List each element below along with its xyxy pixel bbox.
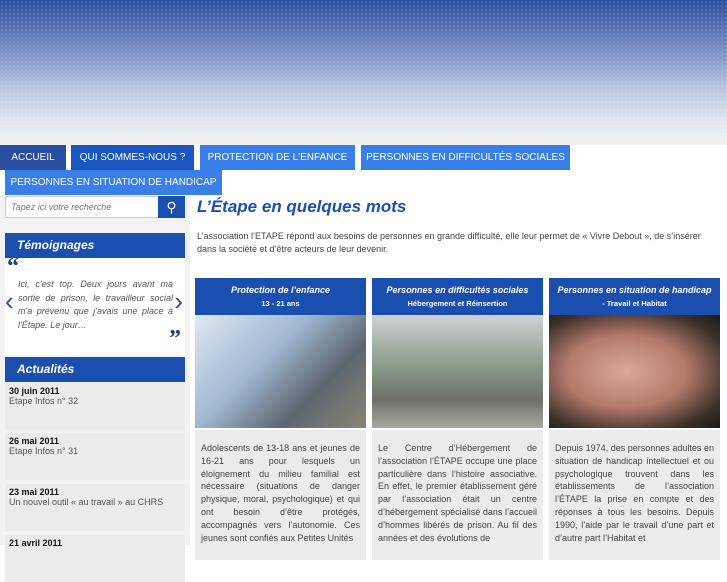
card-image[interactable] [549, 315, 720, 428]
card-text: Le Centre d’Hébergement de l’association… [372, 430, 543, 560]
news-item[interactable]: 23 mai 2011 Un nouvel outil « au travail … [5, 484, 185, 531]
news-text: Un nouvel outil « au travail » au CHRS [9, 497, 164, 507]
close-quote-icon: ” [169, 326, 181, 352]
intro-text: L’association l’ETAPE répond aux besoins… [197, 231, 701, 254]
card-title[interactable]: Protection de l’enfance [195, 285, 366, 295]
nav-difficultes-sociales[interactable]: PERSONNES EN DIFFICULTÉS SOCIALES [361, 145, 570, 170]
nav-qui-sommes-nous[interactable]: QUI SOMMES-NOUS ? [71, 145, 194, 170]
news-heading: Actualités [5, 357, 185, 382]
news-date: 26 mai 2011 [9, 436, 60, 446]
card-title[interactable]: Personnes en difficultés sociales [372, 285, 543, 295]
card-difficultes-sociales[interactable]: Personnes en difficultés sociales Héberge… [372, 278, 543, 560]
testimonials-heading: Témoignages [5, 233, 185, 258]
card-situation-handicap[interactable]: Personnes en situation de handicap - Trav… [549, 278, 720, 560]
card-text: Adolescents de 13-18 ans et jeunes de 16… [195, 430, 366, 560]
card-subtitle: 13 - 21 ans [261, 299, 300, 308]
card-title[interactable]: Personnes en situation de handicap [549, 285, 720, 295]
news-date: 21 avril 2011 [9, 538, 63, 548]
card-protection-enfance[interactable]: Protection de l’enfance 13 - 21 ans Adole… [195, 278, 366, 560]
news-date: 30 juin 2011 [9, 386, 60, 396]
card-text: Depuis 1974, des personnes adultes en si… [549, 430, 720, 560]
nav-protection-enfance[interactable]: PROTECTION DE L'ENFANCE [200, 145, 355, 170]
card-subtitle: Hébergement et Réinsertion [407, 299, 508, 308]
search-box: ⚲ [5, 196, 185, 218]
nav-accueil[interactable]: ACCUEIL [0, 145, 66, 170]
testimonials-panel: “ ‹ Ici, c'est top. Deux jours avant ma … [5, 254, 185, 355]
open-quote-icon: “ [7, 254, 19, 280]
search-input[interactable] [6, 197, 158, 217]
next-arrow-icon[interactable]: › [174, 286, 183, 317]
search-button[interactable]: ⚲ [158, 196, 185, 218]
header-banner [0, 0, 727, 145]
nav-situation-handicap[interactable]: PERSONNES EN SITUATION DE HANDICAP [5, 170, 222, 195]
search-icon: ⚲ [166, 199, 177, 215]
news-item[interactable]: 26 mai 2011 Etape Infos n° 31 [5, 433, 185, 480]
news-date: 23 mai 2011 [9, 487, 60, 497]
prev-arrow-icon[interactable]: ‹ [5, 286, 14, 317]
news-item[interactable]: 21 avril 2011 [5, 535, 185, 582]
card-subtitle: - Travail et Habitat [602, 299, 667, 308]
card-image[interactable] [372, 315, 543, 428]
news-text: Etape Infos n° 31 [9, 446, 79, 456]
testimonial-quote: Ici, c'est top. Deux jours avant ma sort… [18, 279, 173, 330]
card-image[interactable] [195, 315, 366, 428]
page-title: L’Étape en quelques mots [197, 197, 407, 216]
news-text: Etape Infos n° 32 [9, 396, 79, 406]
news-item[interactable]: 30 juin 2011 Etape Infos n° 32 [5, 383, 185, 430]
